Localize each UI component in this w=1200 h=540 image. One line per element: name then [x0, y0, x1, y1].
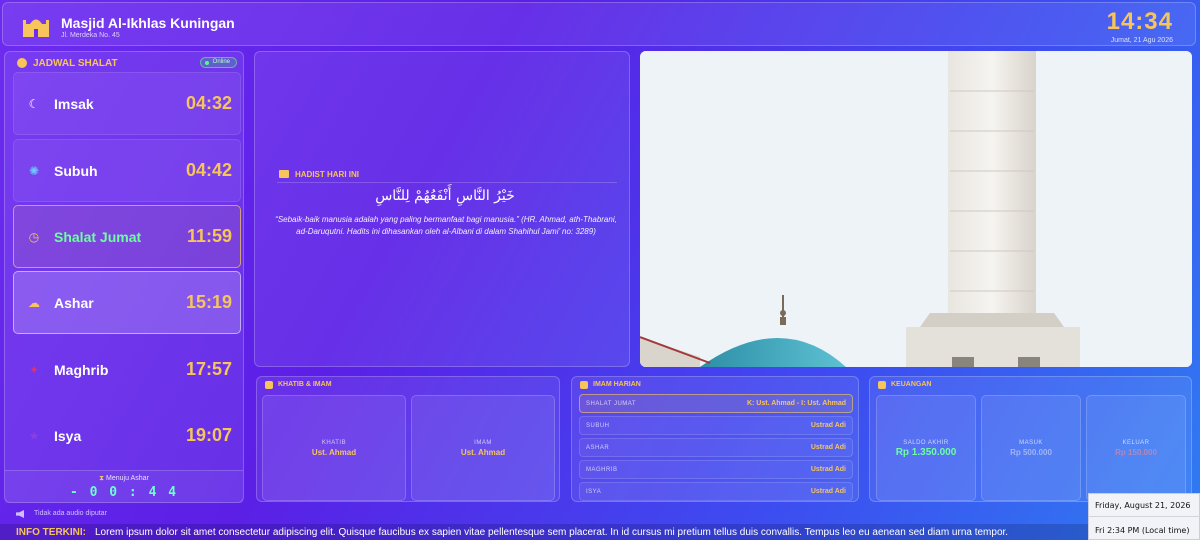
prayer-row-ashar: ☁ Ashar 15:19 [13, 271, 241, 334]
imam-value: Ust. Ahmad [460, 448, 506, 457]
imam-tile: IMAM Ust. Ahmad [411, 395, 555, 501]
masjid-address: Jl. Merdeka No. 45 [61, 32, 120, 39]
masuk-label: MASUK [1019, 440, 1043, 446]
prayer-row-imsak: ☾ Imsak 04:32 [13, 72, 241, 135]
ticker-text: Lorem ipsum dolor sit amet consectetur a… [95, 527, 1009, 538]
clock-icon: ◷ [28, 230, 40, 244]
sun-rise-icon: ✺ [28, 164, 40, 178]
keluar-value: Rp 150.000 [1115, 448, 1157, 457]
prayer-name: Maghrib [54, 362, 109, 378]
keuangan-panel: KEUANGAN SALDO AKHIR Rp 1.350.000 MASUK … [869, 376, 1192, 502]
prayer-schedule-panel: JADWAL SHALAT Online ☾ Imsak 04:32 ✺ Sub… [4, 51, 244, 503]
saldo-label: SALDO AKHIR [903, 440, 949, 446]
imam-row-value: Ustrad Adi [810, 444, 846, 451]
hadith-text: “Sebaik-baik manusia adalah yang paling … [275, 215, 617, 236]
imam-harian-title: IMAM HARIAN [593, 381, 641, 388]
divider [277, 182, 617, 183]
imam-row-value: Ustrad Adi [810, 466, 846, 473]
khatib-label: KHATIB [321, 440, 347, 446]
imam-harian-panel: IMAM HARIAN SHALAT JUMAT K: Ust. Ahmad -… [571, 376, 859, 502]
hourglass-icon: ⧗ [99, 475, 105, 482]
schedule-header: JADWAL SHALAT Online [15, 56, 239, 70]
hadith-panel: HADIST HARI INI خَيْرُ النَّاسِ أَنْفَعُ… [254, 51, 630, 367]
online-dot-icon [204, 61, 209, 65]
tooltip-date: Friday, August 21, 2026 [1095, 501, 1191, 510]
countdown-timer: - 0 0 : 4 4 [69, 485, 179, 500]
imam-row-value: Ustrad Adi [810, 422, 846, 429]
header-bar: Masjid Al-Ikhlas Kuningan Jl. Merdeka No… [2, 2, 1196, 46]
countdown-box: ⧗ Menuju Ashar - 0 0 : 4 4 [5, 470, 243, 503]
keluar-tile: KELUAR Rp 150.000 [1086, 395, 1186, 501]
main-clock: 14:34 [1106, 8, 1173, 35]
online-status-text: Online [212, 59, 230, 65]
mosque-logo-icon [23, 19, 49, 37]
book-icon [279, 170, 289, 178]
user-icon [265, 381, 273, 389]
khatib-value: Ust. Ahmad [311, 448, 357, 457]
header-date: Jumat, 21 Agu 2026 [1110, 37, 1173, 44]
countdown-label: ⧗ Menuju Ashar [99, 475, 149, 482]
mosque-minaret-image [640, 51, 1192, 367]
imam-row-shalat-jumat: SHALAT JUMAT K: Ust. Ahmad - I: Ust. Ahm… [579, 394, 853, 413]
khatib-imam-title: KHATIB & IMAM [278, 381, 332, 388]
imam-label: IMAM [474, 440, 492, 446]
audio-status-text: Tidak ada audio diputar [34, 510, 107, 517]
keuangan-title: KEUANGAN [891, 381, 932, 388]
khatib-imam-panel: KHATIB & IMAM KHATIB Ust. Ahmad IMAM Ust… [256, 376, 560, 502]
hadith-title: HADIST HARI INI [295, 170, 359, 179]
prayer-row-isya: ★ Isya 19:07 [13, 404, 241, 467]
prayer-name: Shalat Jumat [54, 229, 142, 245]
imam-row-maghrib: MAGHRIB Ustrad Adi [579, 460, 853, 479]
prayer-time: 11:59 [186, 226, 232, 246]
prayer-row-maghrib: ✦ Maghrib 17:57 [13, 338, 241, 401]
divider [1089, 516, 1200, 517]
imam-row-value: Ustrad Adi [810, 488, 846, 495]
sunset-icon: ✦ [28, 363, 40, 377]
ticker-label: INFO TERKINI: [16, 527, 86, 538]
prayer-row-subuh: ✺ Subuh 04:42 [13, 139, 241, 202]
imam-row-label: ASHAR [586, 445, 610, 451]
prayer-row-shalat-jumat: ◷ Shalat Jumat 11:59 [13, 205, 241, 268]
prayer-name: Isya [54, 428, 82, 444]
imam-row-label: SUBUH [586, 423, 610, 429]
khatib-tile: KHATIB Ust. Ahmad [262, 395, 406, 501]
imam-row-isya: ISYA Ustrad Adi [579, 482, 853, 501]
speaker-icon [16, 510, 24, 518]
masuk-tile: MASUK Rp 500.000 [981, 395, 1081, 501]
prayer-name: Imsak [54, 96, 94, 112]
money-icon [878, 381, 886, 389]
prayer-name: Subuh [54, 163, 98, 179]
saldo-value: Rp 1.350.000 [895, 447, 957, 458]
users-icon [580, 381, 588, 389]
system-clock-tooltip: Friday, August 21, 2026 Fri 2:34 PM (Loc… [1088, 493, 1200, 540]
imam-row-label: MAGHRIB [586, 467, 618, 473]
saldo-tile: SALDO AKHIR Rp 1.350.000 [876, 395, 976, 501]
prayer-time: 15:19 [185, 292, 232, 312]
keluar-label: KELUAR [1122, 440, 1150, 446]
prayer-name: Ashar [54, 295, 94, 311]
prayer-time: 19:07 [185, 425, 232, 445]
imam-row-ashar: ASHAR Ustrad Adi [579, 438, 853, 457]
tooltip-time: Fri 2:34 PM (Local time) [1095, 526, 1190, 535]
audio-status: Tidak ada audio diputar [16, 508, 316, 520]
moon-icon: ☾ [28, 97, 40, 111]
prayer-time: 17:57 [185, 359, 232, 379]
imam-row-subuh: SUBUH Ustrad Adi [579, 416, 853, 435]
clock-icon [17, 58, 27, 68]
imam-row-value: K: Ust. Ahmad - I: Ust. Ahmad [746, 400, 846, 407]
masjid-name: Masjid Al-Ikhlas Kuningan [61, 15, 235, 31]
prayer-time: 04:32 [185, 93, 232, 113]
info-ticker: INFO TERKINI: Lorem ipsum dolor sit amet… [0, 524, 1200, 540]
imam-row-label: ISYA [586, 489, 602, 495]
prayer-time: 04:42 [185, 160, 232, 180]
imam-row-label: SHALAT JUMAT [586, 401, 637, 407]
mosque-photo [640, 51, 1192, 367]
cloud-icon: ☁ [28, 296, 40, 310]
online-status-badge: Online [199, 57, 237, 68]
schedule-title: JADWAL SHALAT [33, 58, 118, 69]
masuk-value: Rp 500.000 [1010, 448, 1052, 457]
star-icon: ★ [28, 429, 40, 443]
hadith-arabic: خَيْرُ النَّاسِ أَنْفَعُهُمْ لِلنَّاسِ [375, 188, 515, 204]
